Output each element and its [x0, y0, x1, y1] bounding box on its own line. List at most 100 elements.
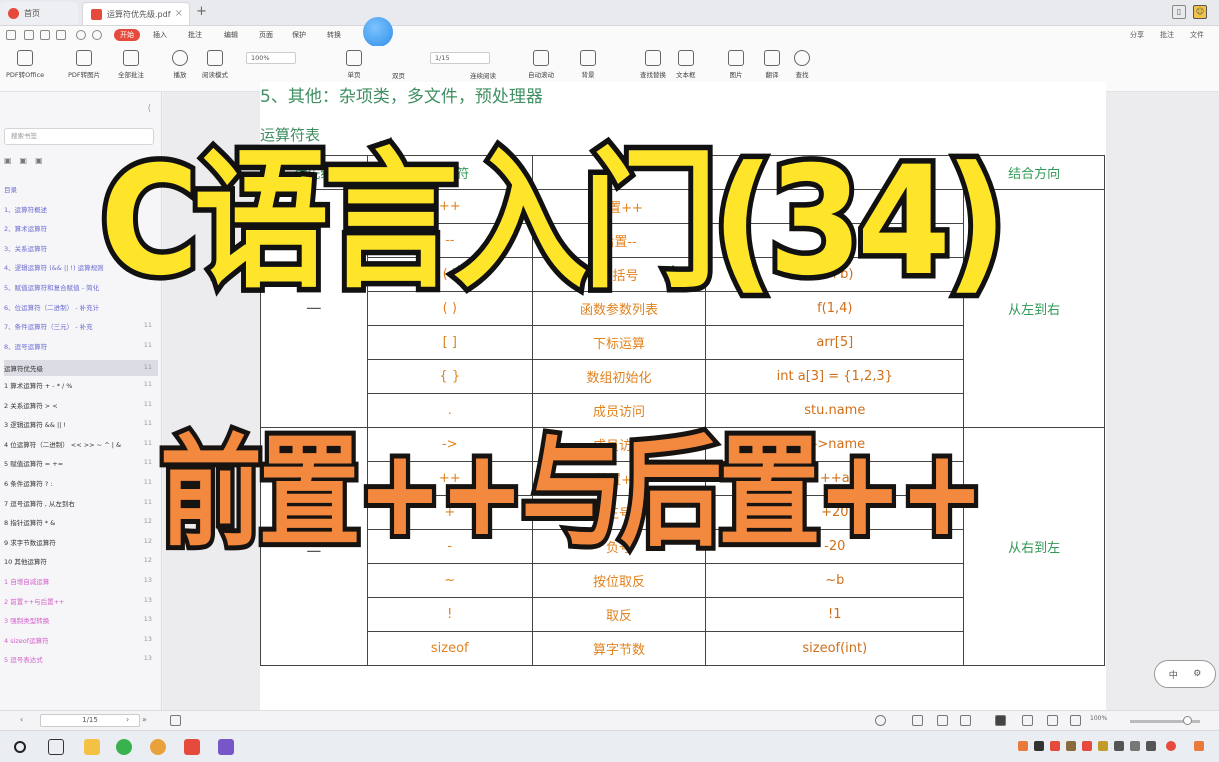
pdf-to-office-button[interactable]: PDF转Office: [6, 50, 44, 79]
zoom-input[interactable]: 100%: [246, 52, 296, 64]
auto-scroll-button[interactable]: 自动滚动: [528, 50, 554, 79]
tray-icon[interactable]: [1034, 741, 1044, 751]
next-page-icon[interactable]: ›: [126, 715, 129, 724]
tray-icon[interactable]: [1066, 741, 1076, 751]
close-icon[interactable]: ×: [175, 8, 183, 19]
table-cell: { }: [366, 359, 533, 394]
single-view-icon[interactable]: [937, 715, 948, 726]
taskview-icon[interactable]: [48, 739, 64, 755]
menu-annotate[interactable]: 批注: [188, 30, 202, 40]
tab-home[interactable]: 首页: [0, 2, 78, 25]
continuous-read-button[interactable]: 连续阅读: [470, 70, 496, 80]
read-mode-button[interactable]: 阅读模式: [202, 50, 228, 79]
sidebar-item[interactable]: 8、逗号运算符 11: [4, 341, 158, 351]
media-app-icon[interactable]: [218, 739, 234, 755]
all-annotations-button[interactable]: 全部批注: [118, 50, 144, 79]
list-view-icon[interactable]: [912, 715, 923, 726]
sidebar-item[interactable]: 3 强制类型转换 13: [4, 615, 158, 625]
zoom-slider-handle[interactable]: [1183, 716, 1192, 725]
last-page-icon[interactable]: »: [142, 715, 147, 724]
sidebar-item-page: 11: [143, 363, 152, 372]
wps-icon[interactable]: [184, 739, 200, 755]
sidebar-item[interactable]: 2 前置++与后置++ 13: [4, 596, 158, 606]
page-indicator[interactable]: 1/15: [40, 714, 140, 727]
find-replace-button[interactable]: 查找替换: [640, 50, 666, 79]
assistant-orb-icon[interactable]: [363, 17, 393, 47]
textbox-button[interactable]: 文本框: [676, 50, 696, 79]
hand-tool-icon[interactable]: [875, 715, 886, 726]
sidebar-item[interactable]: 9 求字节数运算符 12: [4, 537, 158, 547]
folder-icon[interactable]: [84, 739, 100, 755]
bookmark-tools[interactable]: ▣▣▣: [4, 156, 51, 165]
collapse-sidebar-icon[interactable]: ⟨: [147, 104, 151, 114]
print-icon[interactable]: [56, 30, 66, 40]
fullscreen-icon[interactable]: [995, 715, 1006, 726]
tray-icon[interactable]: [1098, 741, 1108, 751]
open-file-icon[interactable]: [24, 30, 34, 40]
menu-file[interactable]: 文件: [1190, 30, 1204, 40]
sidebar-item[interactable]: 7 逗号运算符 , 从左到右 11: [4, 498, 158, 508]
user-avatar-icon[interactable]: ☺: [1193, 5, 1207, 19]
image-button[interactable]: 图片: [728, 50, 744, 79]
tab-document[interactable]: 运算符优先级.pdf ×: [82, 2, 190, 25]
sidebar-item[interactable]: 1 自增自减运算 13: [4, 576, 158, 586]
sidebar-item[interactable]: 8 指针运算符 * & 12: [4, 517, 158, 527]
play-button[interactable]: 播放: [172, 50, 188, 79]
fit-width-icon[interactable]: [1022, 715, 1033, 726]
sidebar-item-page: 13: [143, 615, 152, 624]
undo-icon[interactable]: [76, 30, 86, 40]
crop-icon[interactable]: [1070, 715, 1081, 726]
redo-icon[interactable]: [92, 30, 102, 40]
sidebar-item[interactable]: 1 算术运算符 + - * / % 11: [4, 380, 158, 390]
sidebar-item-page: 12: [143, 536, 152, 545]
tray-icon[interactable]: [1130, 741, 1140, 751]
sidebar-item[interactable]: 6 条件运算符 ? : 11: [4, 478, 158, 488]
search-button[interactable]: 查找: [794, 50, 810, 79]
prev-page-icon[interactable]: ‹: [20, 715, 23, 724]
menu-protect[interactable]: 保护: [292, 30, 306, 40]
pdf-to-image-button[interactable]: PDF转图片: [68, 50, 100, 79]
page-input[interactable]: 1/15: [430, 52, 490, 64]
search-icon: [794, 50, 810, 66]
tray-icon[interactable]: [1114, 741, 1124, 751]
menu-edit[interactable]: 编辑: [224, 30, 238, 40]
tray-icon[interactable]: [1166, 741, 1176, 751]
page-icon: [346, 50, 362, 66]
tab-label: 首页: [24, 9, 40, 18]
tray-icon[interactable]: [1194, 741, 1204, 751]
sidebar-item[interactable]: 10 其他运算符 12: [4, 556, 158, 566]
menu-start[interactable]: 开始: [114, 29, 140, 41]
sidebar-item[interactable]: 7、条件运算符（三元） - 补充 11: [4, 321, 158, 331]
fit-page-icon[interactable]: [170, 715, 181, 726]
sidebar-item[interactable]: 4 sizeof运算符 13: [4, 635, 158, 645]
sidebar-item[interactable]: 4 位运算符（二进制） << >> ~ ^ | & 11: [4, 439, 158, 449]
double-view-icon[interactable]: [960, 715, 971, 726]
tray-icon[interactable]: [1018, 741, 1028, 751]
start-icon[interactable]: [14, 741, 26, 753]
menu-convert[interactable]: 转换: [327, 30, 341, 40]
tray-icon[interactable]: [1146, 741, 1156, 751]
browser-icon[interactable]: [150, 739, 166, 755]
sidebar-item[interactable]: 运算符优先级 11: [4, 360, 158, 377]
input-method-widget[interactable]: 中 ⚙: [1154, 660, 1216, 688]
save-icon[interactable]: [40, 30, 50, 40]
menu-share[interactable]: 分享: [1130, 30, 1144, 40]
single-page-button[interactable]: 单页: [346, 50, 362, 79]
menu-insert[interactable]: 插入: [153, 30, 167, 40]
sidebar-item[interactable]: 5 逗号表达式 13: [4, 654, 158, 664]
double-page-button[interactable]: 双页: [392, 70, 405, 80]
sidebar-item[interactable]: 2 关系运算符 > < 11: [4, 400, 158, 410]
menu-icon[interactable]: [6, 30, 16, 40]
translate-button[interactable]: 翻译: [764, 50, 780, 79]
tray-icon[interactable]: [1082, 741, 1092, 751]
app-green-icon[interactable]: [116, 739, 132, 755]
tray-icon[interactable]: [1050, 741, 1060, 751]
sidebar-item[interactable]: 3 逻辑运算符 && || ! 11: [4, 419, 158, 429]
menu-comment[interactable]: 批注: [1160, 30, 1174, 40]
rotate-icon[interactable]: [1047, 715, 1058, 726]
menu-page[interactable]: 页面: [259, 30, 273, 40]
background-button[interactable]: 背景: [580, 50, 596, 79]
sidebar-item[interactable]: 5 赋值运算符 = += 11: [4, 458, 158, 468]
window-mode-icon[interactable]: ▯: [1172, 5, 1186, 19]
new-tab-button[interactable]: +: [196, 4, 207, 19]
